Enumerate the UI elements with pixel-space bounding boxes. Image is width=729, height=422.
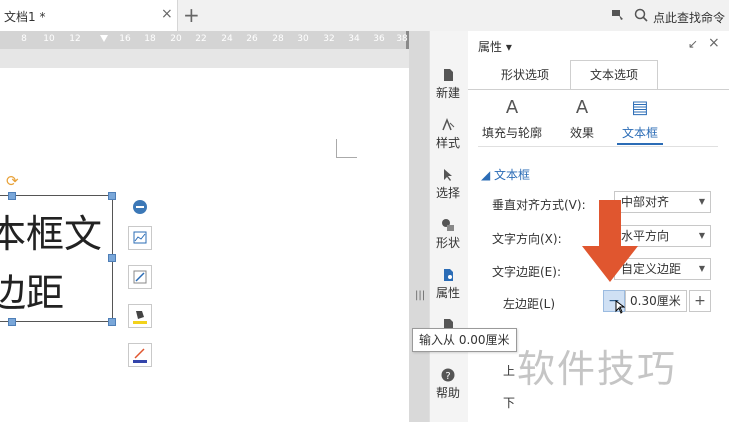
page-top-margin: [0, 49, 410, 68]
rotate-handle-icon[interactable]: ⟳: [6, 172, 19, 190]
direction-label: 文字方向(X):: [492, 232, 562, 246]
bottom-margin-label-partial: 下: [503, 396, 516, 410]
chevron-down-icon: ▼: [698, 231, 705, 240]
arrow-down-icon: [582, 200, 638, 282]
rail-item-label: 新建: [435, 86, 460, 100]
indent-marker[interactable]: [100, 35, 108, 42]
ruler-number: 32: [323, 34, 335, 44]
rail-item-new[interactable]: 新建: [429, 68, 467, 101]
text-fill-icon: A: [505, 97, 519, 118]
rail-item-label: 选择: [435, 186, 460, 200]
resize-handle[interactable]: [8, 318, 16, 326]
outline-style-button[interactable]: [128, 265, 152, 289]
ruler-number: 10: [43, 34, 55, 44]
tooltip: 输入从 0.00厘米: [412, 328, 517, 352]
search-icon[interactable]: [634, 8, 648, 22]
shape-icon: [442, 219, 454, 231]
ruler-number: 8: [21, 34, 27, 44]
subtab-effects[interactable]: A 效果: [560, 97, 604, 141]
subtab-textbox[interactable]: ▤ 文本框: [617, 97, 663, 141]
active-subtab-indicator: [617, 143, 663, 145]
pen-icon: [133, 270, 147, 284]
text-box-line[interactable]: 边距: [0, 262, 64, 317]
help-icon: ?: [441, 368, 455, 382]
line-color-button[interactable]: [128, 343, 152, 367]
command-search-label[interactable]: 点此查找命令: [653, 9, 725, 26]
panel-title[interactable]: 属性 ▾: [478, 38, 512, 55]
ruler-number: 26: [246, 34, 258, 44]
style-icon: [442, 118, 455, 131]
subtab-label: 效果: [569, 126, 594, 140]
svg-text:?: ?: [445, 371, 450, 382]
new-doc-icon: [444, 69, 453, 81]
paint-bucket-icon: [133, 311, 147, 324]
valign-label: 垂直对齐方式(V):: [492, 198, 586, 212]
left-margin-input[interactable]: 0.30厘米: [625, 290, 687, 312]
ruler-number: 16: [119, 34, 131, 44]
text-box-line[interactable]: 本框文: [0, 203, 102, 258]
tab-shape-options[interactable]: 形状选项: [486, 61, 564, 89]
tab-text-options[interactable]: 文本选项: [570, 60, 658, 89]
line-color-icon: [133, 348, 147, 363]
rail-item-label: 形状: [435, 236, 460, 250]
margin-corner-mark: [336, 139, 357, 158]
collapse-triangle-icon: ◢: [481, 168, 495, 182]
rail-item-shape[interactable]: 形状: [429, 218, 467, 251]
subtab-fill-outline[interactable]: A 填充与轮廓: [479, 97, 545, 141]
new-tab-button[interactable]: +: [183, 3, 200, 27]
rail-item-select[interactable]: 选择: [429, 168, 467, 201]
watermark: 软件技巧: [517, 347, 678, 391]
ruler-number: 12: [69, 34, 81, 44]
chart-icon: [133, 231, 147, 244]
ruler-number: 34: [348, 34, 360, 44]
section-header-textbox[interactable]: ◢ 文本框: [481, 166, 530, 183]
ruler-number: 24: [221, 34, 233, 44]
section-title: 文本框: [494, 168, 531, 182]
subtab-label: 填充与轮廓: [481, 126, 542, 140]
mouse-cursor-icon: [615, 300, 625, 314]
text-effect-icon: A: [575, 97, 589, 118]
rail-item-label: 样式: [435, 136, 460, 150]
rail-item-label: 帮助: [435, 386, 460, 400]
ruler-number: 30: [297, 34, 309, 44]
resize-handle[interactable]: [8, 192, 16, 200]
close-tab-icon[interactable]: ×: [161, 6, 173, 22]
chevron-down-icon: ▼: [698, 197, 705, 206]
ruler-number: 36: [373, 34, 385, 44]
panel-splitter[interactable]: [409, 31, 429, 422]
top-margin-label-partial: 上: [503, 364, 516, 378]
rail-item-label: 属性: [435, 286, 460, 300]
chevron-down-icon: ▼: [698, 264, 705, 273]
drag-grip-icon[interactable]: |||: [415, 290, 425, 301]
fill-color-button[interactable]: [128, 304, 152, 328]
ruler-number: 18: [144, 34, 156, 44]
document-tab-title: 文档1 *: [4, 10, 46, 24]
tab-divider: [468, 89, 729, 90]
collapse-icon[interactable]: [133, 200, 147, 214]
resize-handle[interactable]: [108, 318, 116, 326]
flag-icon[interactable]: [611, 9, 624, 21]
ruler-number: 20: [170, 34, 182, 44]
subtab-label: 文本框: [621, 126, 658, 140]
layout-options-button[interactable]: [128, 226, 152, 250]
resize-handle[interactable]: [108, 192, 116, 200]
margin-label: 文字边距(E):: [492, 265, 561, 279]
horizontal-ruler: 8 10 12 16 18 20 22 24 26 28 30 32 34 36…: [0, 31, 410, 49]
property-icon: [444, 269, 453, 281]
select-icon: [444, 169, 452, 181]
left-margin-label: 左边距(L): [503, 297, 556, 311]
ruler-number: 22: [195, 34, 207, 44]
textbox-icon: ▤: [631, 97, 649, 118]
resize-handle[interactable]: [108, 254, 116, 262]
dock-icon[interactable]: ↙: [688, 37, 698, 51]
rail-item-property[interactable]: 属性: [429, 268, 467, 301]
left-margin-increase-button[interactable]: +: [689, 290, 711, 312]
ruler-number: 28: [272, 34, 284, 44]
close-panel-icon[interactable]: ×: [708, 35, 720, 51]
subtab-divider: [478, 146, 718, 147]
rail-item-style[interactable]: 样式: [429, 118, 467, 151]
rail-item-help[interactable]: ? 帮助: [429, 368, 467, 401]
